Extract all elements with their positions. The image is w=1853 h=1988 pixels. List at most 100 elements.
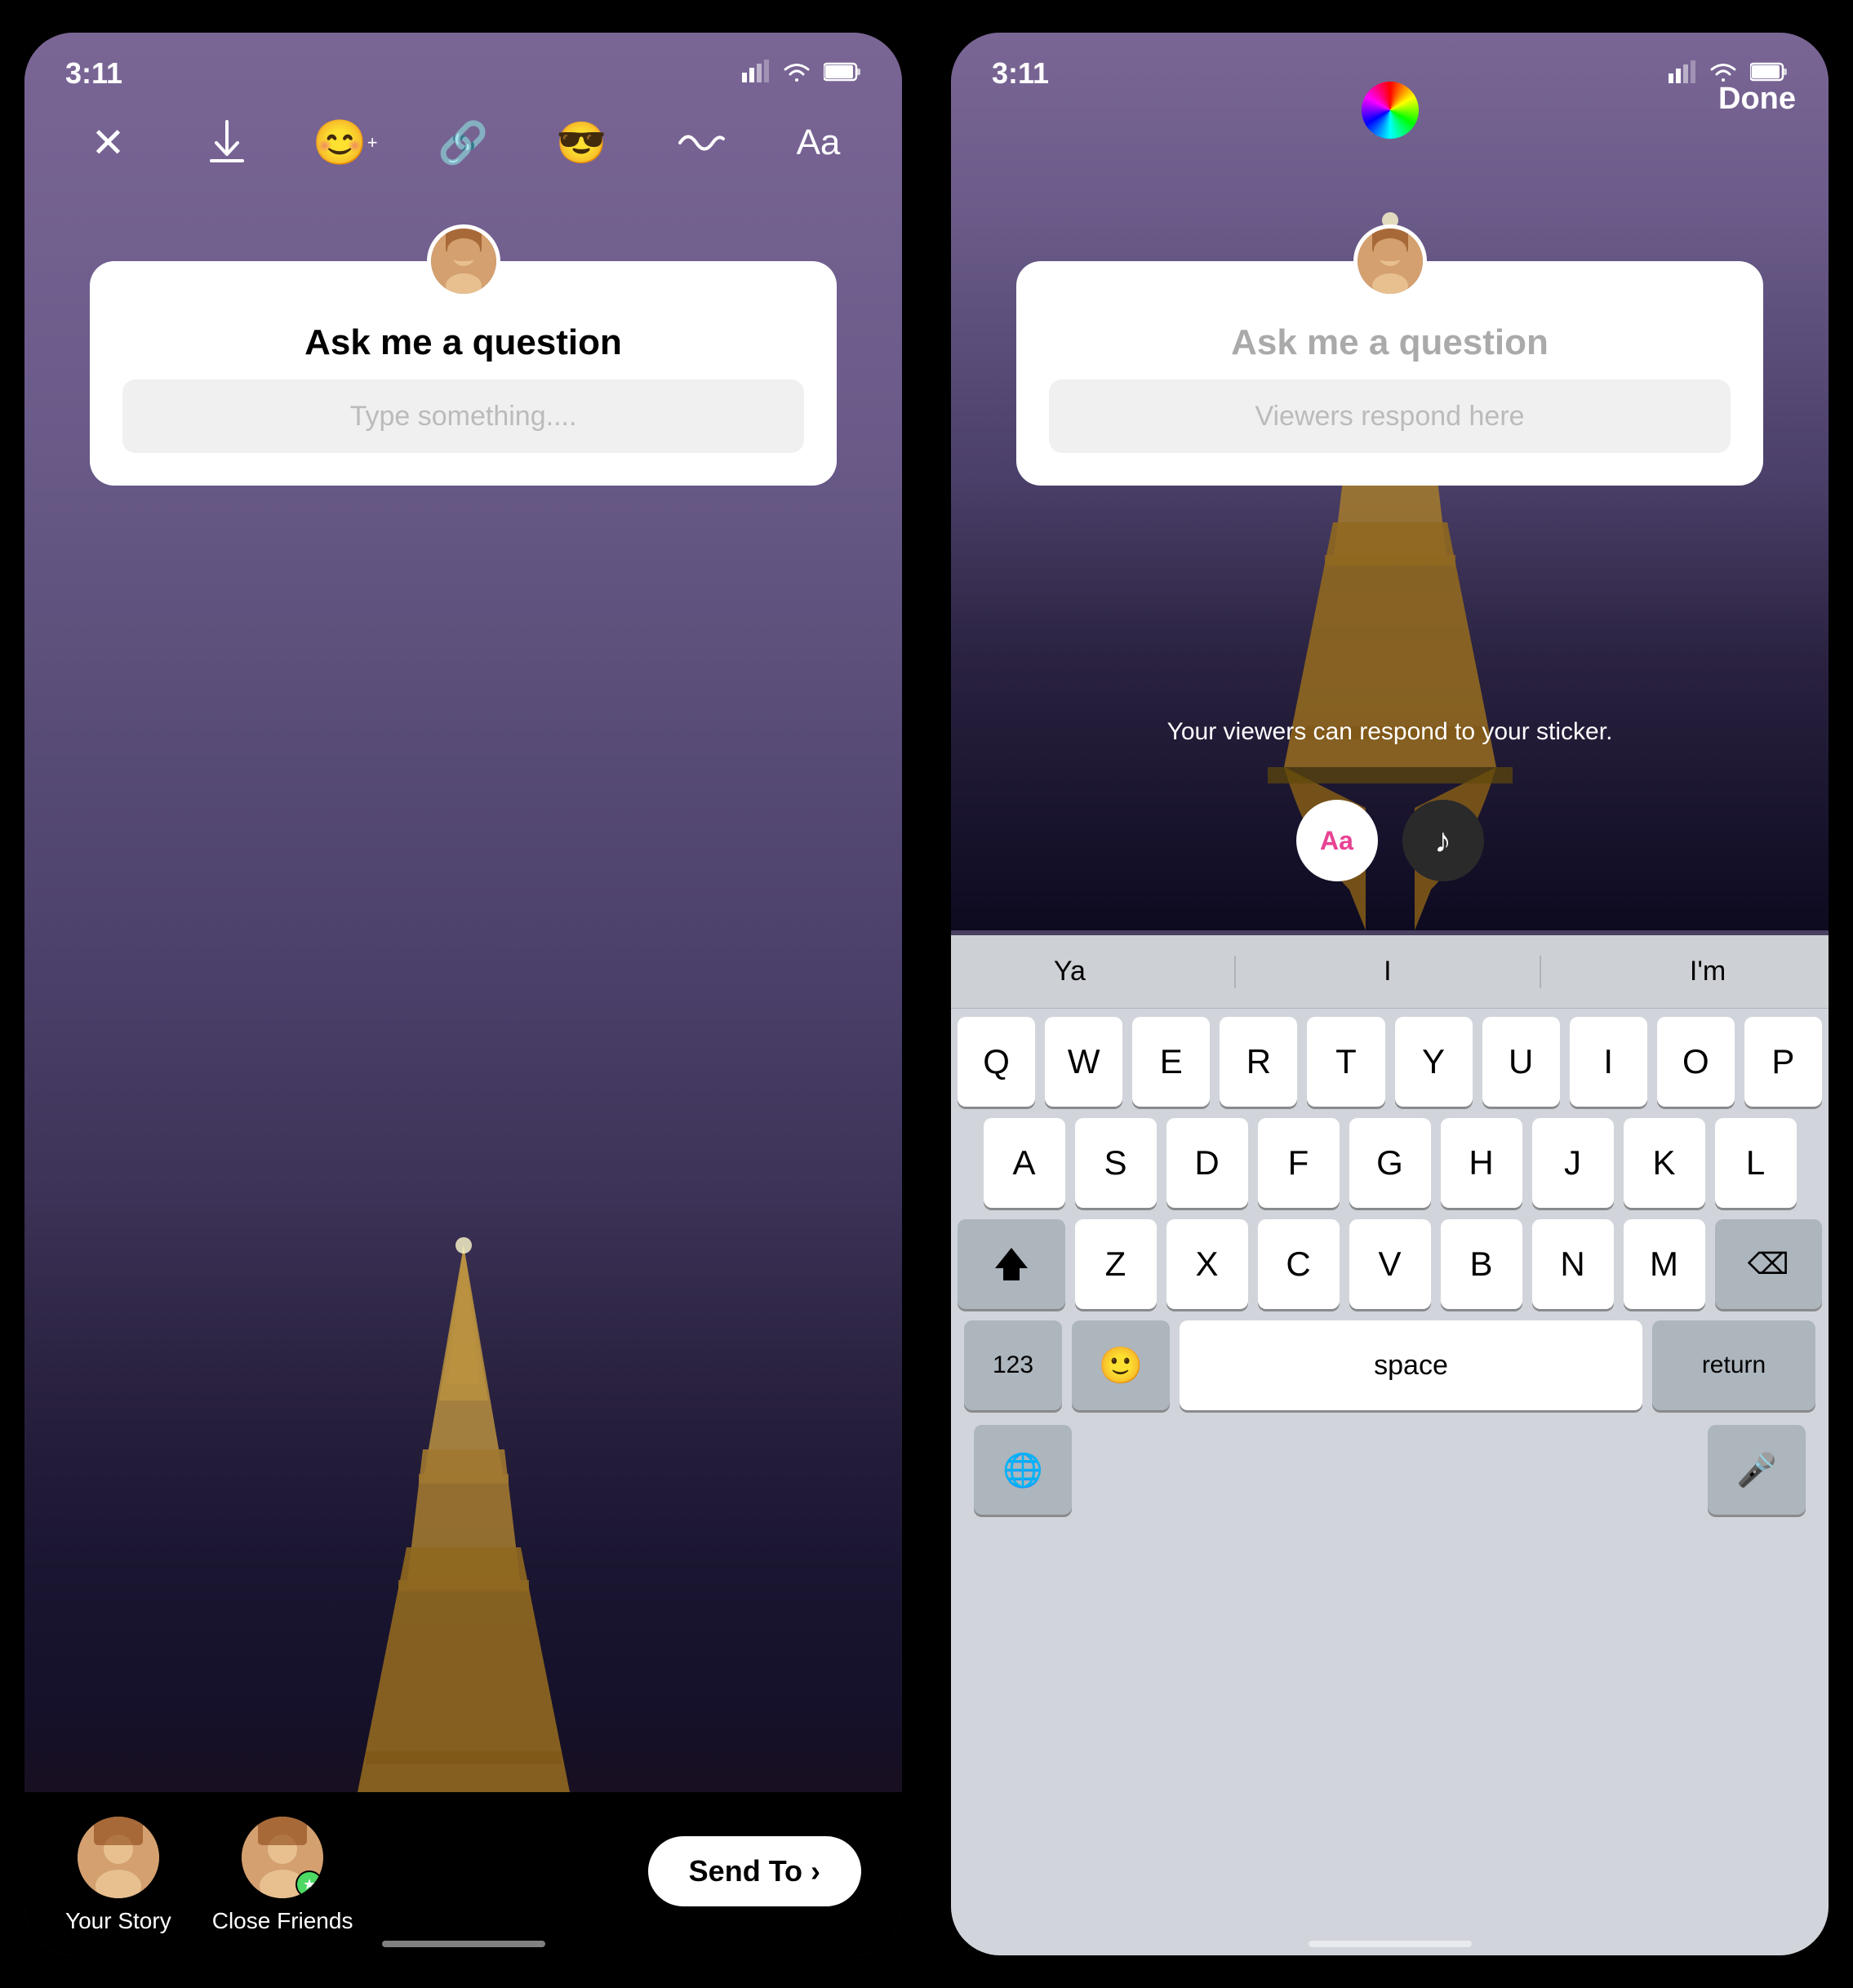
key-q[interactable]: Q <box>958 1017 1035 1107</box>
key-y[interactable]: Y <box>1395 1017 1473 1107</box>
question-input[interactable]: Type something.... <box>122 379 804 453</box>
key-n[interactable]: N <box>1532 1219 1614 1309</box>
suggestion-i[interactable]: I <box>1359 947 1415 996</box>
right-screen: 3:11 Done <box>951 33 1829 1955</box>
wifi-icon <box>781 60 812 87</box>
key-g[interactable]: G <box>1349 1118 1431 1208</box>
send-to-label: Send To <box>689 1854 802 1888</box>
close-friends-badge: ★ <box>296 1870 323 1898</box>
key-h[interactable]: H <box>1441 1118 1522 1208</box>
right-status-icons <box>1669 60 1788 87</box>
key-v[interactable]: V <box>1349 1219 1431 1309</box>
key-b[interactable]: B <box>1441 1219 1522 1309</box>
suggestion-divider-1 <box>1234 956 1236 988</box>
right-avatar-face <box>1358 229 1423 294</box>
right-battery-icon <box>1750 62 1788 86</box>
your-story-avatar <box>78 1817 159 1898</box>
sticker-icon[interactable]: 😎 <box>553 114 611 171</box>
download-icon[interactable] <box>198 114 256 171</box>
key-o[interactable]: O <box>1657 1017 1735 1107</box>
squiggle-icon[interactable] <box>672 114 729 171</box>
question-sticker-card[interactable]: Ask me a question Type something.... <box>90 261 837 486</box>
text-format-icon[interactable]: Aa <box>790 114 847 171</box>
emoji-add-icon[interactable]: 😊+ <box>317 114 374 171</box>
key-p[interactable]: P <box>1744 1017 1822 1107</box>
key-k[interactable]: K <box>1624 1118 1705 1208</box>
emoji-key[interactable]: 🙂 <box>1072 1320 1170 1410</box>
key-x[interactable]: X <box>1166 1219 1248 1309</box>
text-style-button[interactable]: Aa <box>1296 800 1378 881</box>
left-phone: 3:11 ✕ 😊+ 🔗 😎 <box>0 0 926 1988</box>
avatar-face <box>431 229 496 294</box>
key-row-1: Q W E R T Y U I O P <box>958 1017 1822 1107</box>
globe-key[interactable]: 🌐 <box>974 1425 1072 1515</box>
key-w[interactable]: W <box>1045 1017 1122 1107</box>
star-icon: ★ <box>303 1876 316 1893</box>
right-user-avatar <box>1353 224 1427 298</box>
key-s[interactable]: S <box>1075 1118 1157 1208</box>
home-indicator <box>382 1941 545 1947</box>
mic-key[interactable]: 🎤 <box>1708 1425 1806 1515</box>
right-status-time: 3:11 <box>992 56 1049 91</box>
bottom-bar: Your Story ★ Clos <box>24 1792 902 1955</box>
key-j[interactable]: J <box>1532 1118 1614 1208</box>
right-question-sticker-card[interactable]: Ask me a question Viewers respond here <box>1016 261 1763 486</box>
toolbar: ✕ 😊+ 🔗 😎 Aa <box>24 98 902 188</box>
status-icons <box>742 60 861 88</box>
keyboard: Ya I I'm Q W E R T Y U I O <box>951 935 1829 1955</box>
key-i[interactable]: I <box>1570 1017 1647 1107</box>
right-signal-icon <box>1669 60 1696 87</box>
right-home-indicator <box>1309 1941 1472 1947</box>
key-a[interactable]: A <box>984 1118 1065 1208</box>
music-button[interactable]: ♪ <box>1402 800 1484 881</box>
key-f[interactable]: F <box>1258 1118 1340 1208</box>
key-row-bottom: 123 🙂 space return <box>958 1320 1822 1410</box>
key-m[interactable]: M <box>1624 1219 1705 1309</box>
close-friends-label: Close Friends <box>212 1908 353 1934</box>
battery-icon <box>824 62 861 86</box>
key-t[interactable]: T <box>1307 1017 1384 1107</box>
keyboard-rows: Q W E R T Y U I O P A S D F G <box>951 1009 1829 1523</box>
status-bar: 3:11 <box>24 33 902 98</box>
suggestion-im[interactable]: I'm <box>1665 947 1750 996</box>
viewers-respond-text: Your viewers can respond to your sticker… <box>951 718 1829 746</box>
link-icon[interactable]: 🔗 <box>435 114 492 171</box>
right-question-title: Ask me a question <box>1231 322 1549 363</box>
spacer <box>1082 1425 1698 1515</box>
suggestion-divider-2 <box>1540 956 1541 988</box>
your-story-label: Your Story <box>65 1908 171 1934</box>
signal-icon <box>742 60 770 88</box>
user-avatar <box>427 224 500 298</box>
key-row-2: A S D F G H J K L <box>958 1118 1822 1208</box>
suggestion-ya[interactable]: Ya <box>1029 947 1110 996</box>
delete-key[interactable]: ⌫ <box>1715 1219 1823 1309</box>
return-key[interactable]: return <box>1652 1320 1815 1410</box>
right-phone: 3:11 Done <box>926 0 1853 1988</box>
your-story-option[interactable]: Your Story <box>65 1817 171 1934</box>
question-title: Ask me a question <box>304 322 622 363</box>
send-to-arrow: › <box>811 1854 820 1888</box>
key-d[interactable]: D <box>1166 1118 1248 1208</box>
key-e[interactable]: E <box>1132 1017 1210 1107</box>
numbers-key[interactable]: 123 <box>964 1320 1062 1410</box>
left-screen: 3:11 ✕ 😊+ 🔗 😎 <box>24 33 902 1955</box>
close-button[interactable]: ✕ <box>80 114 137 171</box>
key-u[interactable]: U <box>1482 1017 1560 1107</box>
close-friends-option[interactable]: ★ Close Friends <box>212 1817 353 1934</box>
right-question-input[interactable]: Viewers respond here <box>1049 379 1731 453</box>
key-z[interactable]: Z <box>1075 1219 1157 1309</box>
shift-key[interactable] <box>958 1219 1065 1309</box>
question-placeholder: Type something.... <box>350 401 577 433</box>
music-note-icon: ♪ <box>1434 821 1451 860</box>
right-status-bar: 3:11 <box>951 33 1829 98</box>
text-btn-label: Aa <box>1320 826 1353 856</box>
key-c[interactable]: C <box>1258 1219 1340 1309</box>
key-row-3: Z X C V B N M ⌫ <box>958 1219 1822 1309</box>
text-music-row: Aa ♪ <box>951 800 1829 881</box>
your-story-avatar-inner <box>78 1817 159 1898</box>
right-wifi-icon <box>1708 60 1739 87</box>
key-r[interactable]: R <box>1220 1017 1297 1107</box>
send-to-button[interactable]: Send To › <box>648 1836 861 1906</box>
key-l[interactable]: L <box>1715 1118 1797 1208</box>
space-key[interactable]: space <box>1180 1320 1642 1410</box>
